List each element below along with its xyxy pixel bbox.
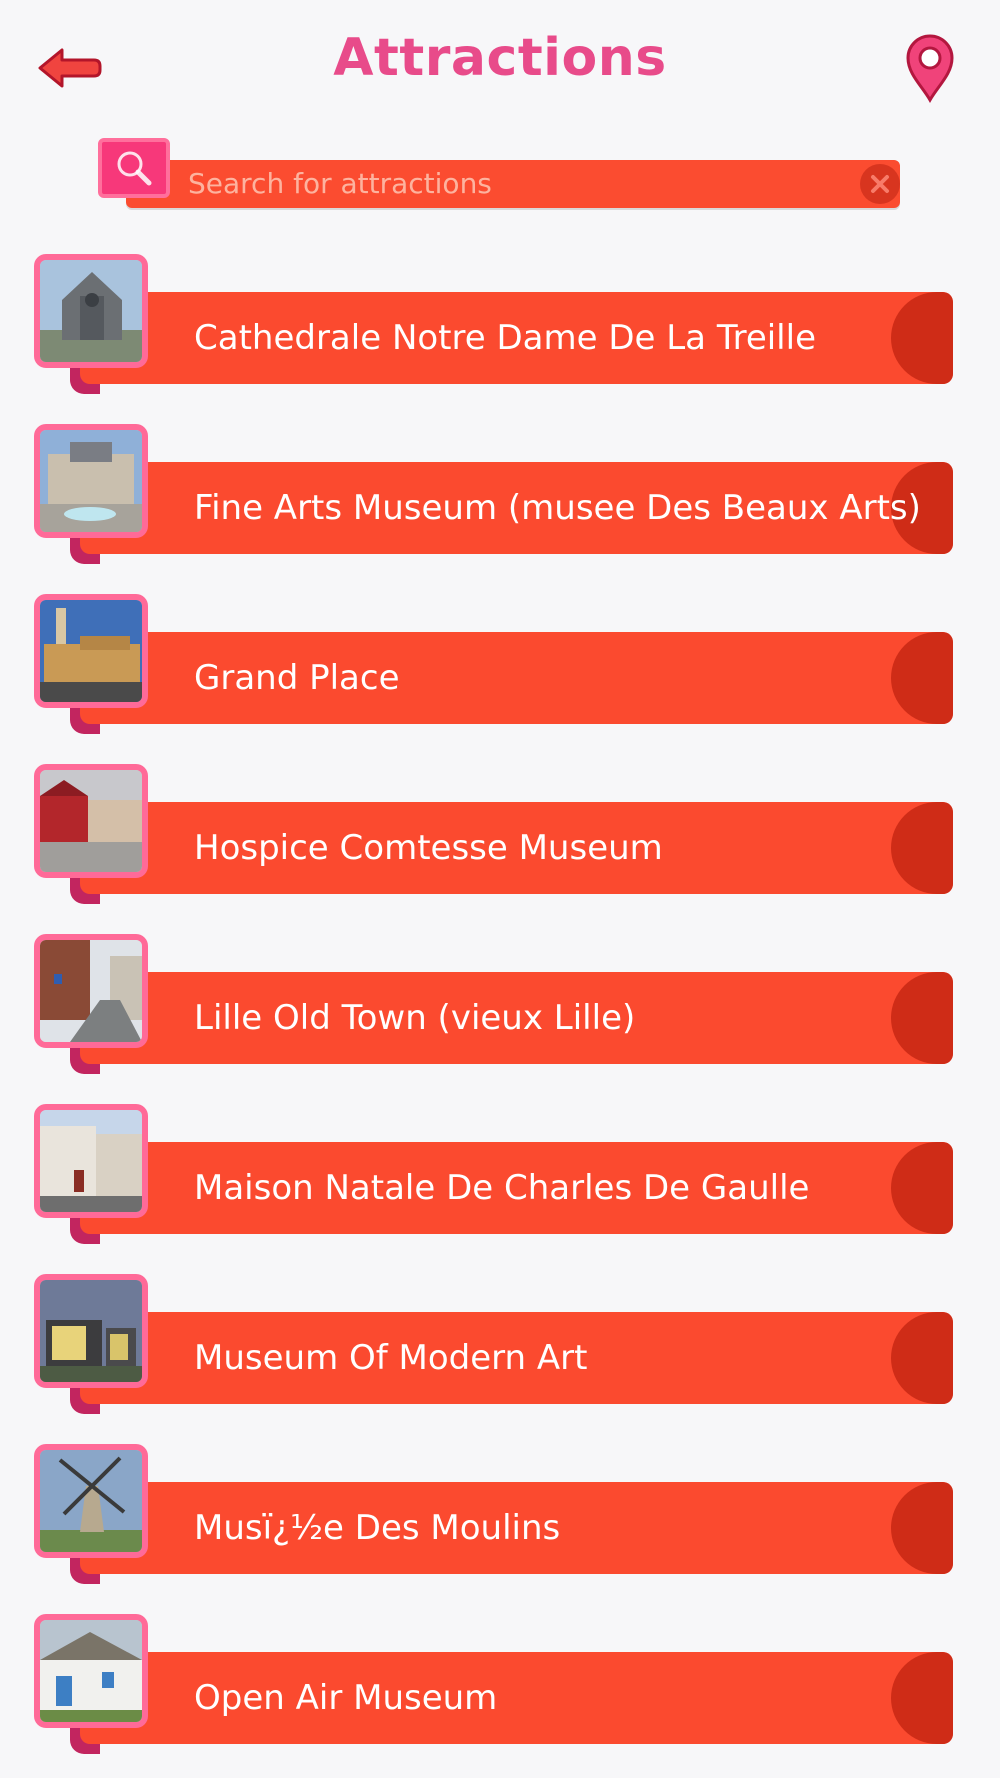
thumbnail-image	[34, 934, 148, 1048]
item-label: Lille Old Town (vieux Lille)	[194, 998, 636, 1038]
item-end-cap	[891, 292, 953, 384]
search-icon	[117, 151, 152, 186]
thumbnail-image	[34, 764, 148, 878]
list-item[interactable]: Hospice Comtesse Museum	[0, 762, 1000, 932]
map-button[interactable]	[904, 34, 956, 104]
list-item[interactable]: Cathedrale Notre Dame De La Treille	[0, 252, 1000, 422]
thumbnail-image	[34, 1614, 148, 1728]
list-item[interactable]: Open Air Museum	[0, 1612, 1000, 1778]
list-item[interactable]: Fine Arts Museum (musee Des Beaux Arts)	[0, 422, 1000, 592]
item-end-cap	[891, 1652, 953, 1744]
item-label: Maison Natale De Charles De Gaulle	[194, 1168, 810, 1208]
list-item[interactable]: Lille Old Town (vieux Lille)	[0, 932, 1000, 1102]
list-item[interactable]: Musï¿½e Des Moulins	[0, 1442, 1000, 1612]
item-label: Fine Arts Museum (musee Des Beaux Arts)	[194, 488, 921, 528]
thumbnail-image	[34, 1444, 148, 1558]
item-end-cap	[891, 1482, 953, 1574]
item-label: Cathedrale Notre Dame De La Treille	[194, 318, 816, 358]
map-pin-icon	[906, 34, 954, 104]
item-label: Museum Of Modern Art	[194, 1338, 588, 1378]
app-screen: Attractions Cathedrale Notre Dam	[0, 0, 1000, 1778]
list-item[interactable]: Maison Natale De Charles De Gaulle	[0, 1102, 1000, 1272]
thumbnail-image	[34, 424, 148, 538]
item-end-cap	[891, 972, 953, 1064]
close-icon	[871, 175, 889, 193]
thumbnail-image	[34, 594, 148, 708]
item-label: Open Air Museum	[194, 1678, 498, 1718]
item-end-cap	[891, 802, 953, 894]
clear-search-button[interactable]	[860, 164, 900, 204]
thumbnail-image	[34, 1104, 148, 1218]
search-button[interactable]	[98, 138, 170, 198]
item-label: Grand Place	[194, 658, 400, 698]
attractions-list: Cathedrale Notre Dame De La Treille Fine…	[0, 252, 1000, 1778]
search-box	[98, 138, 902, 208]
list-item[interactable]: Grand Place	[0, 592, 1000, 762]
item-end-cap	[891, 1142, 953, 1234]
item-label: Hospice Comtesse Museum	[194, 828, 663, 868]
item-label: Musï¿½e Des Moulins	[194, 1508, 561, 1548]
thumbnail-image	[34, 254, 148, 368]
item-end-cap	[891, 632, 953, 724]
item-end-cap	[891, 1312, 953, 1404]
thumbnail-image	[34, 1274, 148, 1388]
list-item[interactable]: Museum Of Modern Art	[0, 1272, 1000, 1442]
search-input[interactable]	[188, 160, 788, 208]
page-title: Attractions	[333, 28, 667, 88]
